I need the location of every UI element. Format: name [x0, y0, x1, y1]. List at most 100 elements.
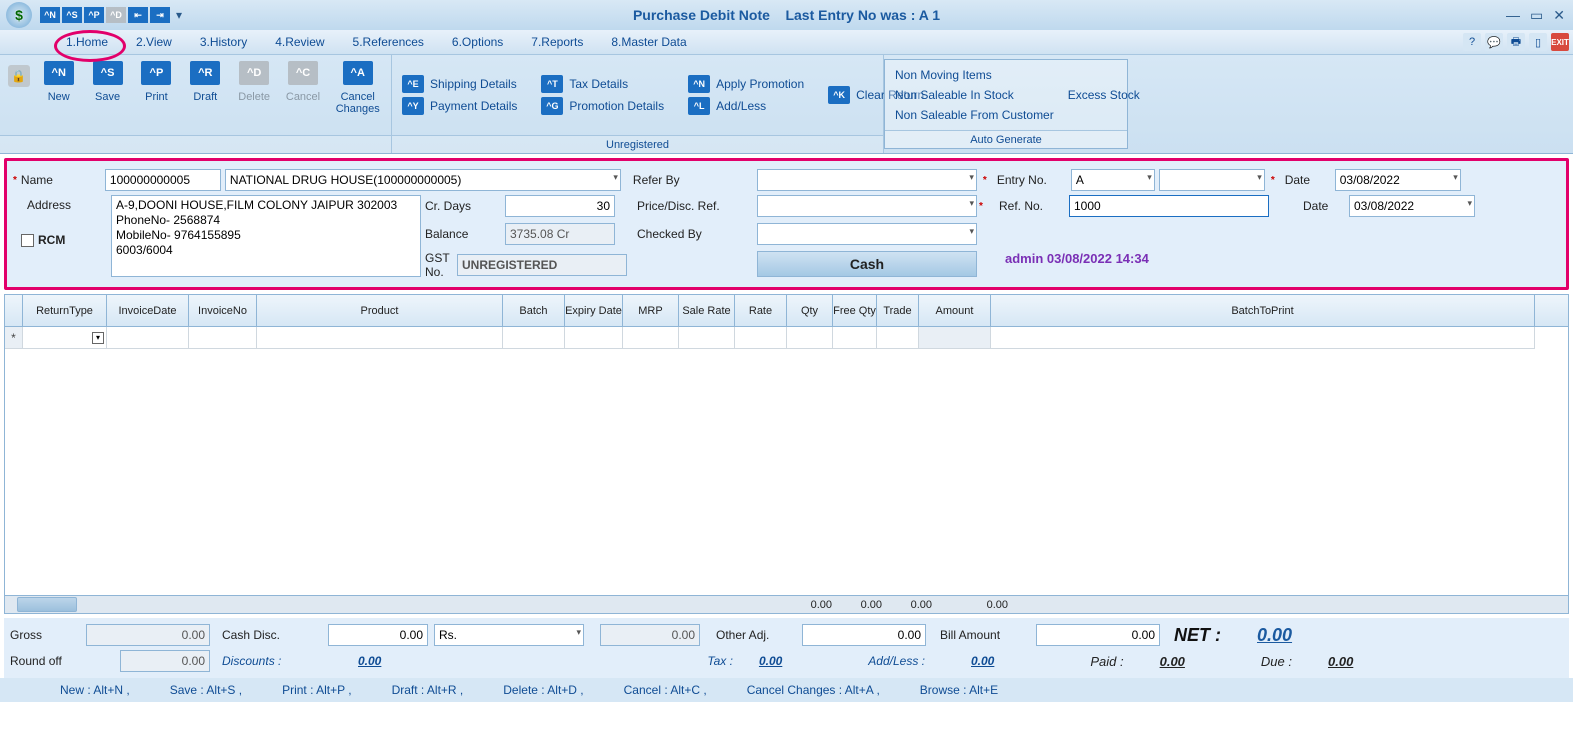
grid-cell[interactable]: ▾: [23, 327, 107, 349]
cancel-changes-button[interactable]: ^ACancel Changes: [328, 59, 387, 131]
cashdisc-unit-dropdown[interactable]: Rs.▾: [434, 624, 584, 646]
col-header[interactable]: Free Qty: [833, 295, 877, 326]
tab-review[interactable]: 4.Review: [261, 30, 338, 54]
qat-last-icon[interactable]: ⇥: [150, 7, 170, 23]
grid-cell[interactable]: [919, 327, 991, 349]
grid-cell[interactable]: [503, 327, 565, 349]
cash-button[interactable]: Cash: [757, 251, 977, 277]
shortcut-draft: Draft : Alt+R ,: [392, 683, 464, 697]
col-header[interactable]: Rate: [735, 295, 787, 326]
col-header[interactable]: [5, 295, 23, 326]
crdays-input[interactable]: [505, 195, 615, 217]
cashdisc-field[interactable]: [328, 624, 428, 646]
tab-references[interactable]: 5.References: [339, 30, 438, 54]
totals-panel: Gross Cash Disc. Rs.▾ Other Adj. Bill Am…: [4, 618, 1569, 678]
grid-cell[interactable]: [787, 327, 833, 349]
grid-cell[interactable]: [107, 327, 189, 349]
lock-button[interactable]: 🔒: [4, 59, 33, 131]
grid-cell[interactable]: [257, 327, 503, 349]
minimize-icon[interactable]: —: [1504, 7, 1522, 24]
apply-promotion-link[interactable]: ^NApply Promotion: [688, 75, 804, 93]
referby-dropdown[interactable]: ▾: [757, 169, 977, 191]
col-header[interactable]: Amount: [919, 295, 991, 326]
date2-input[interactable]: 03/08/2022▾: [1349, 195, 1475, 217]
tab-masterdata[interactable]: 8.Master Data: [597, 30, 700, 54]
col-header[interactable]: InvoiceNo: [189, 295, 257, 326]
save-button[interactable]: ^SSave: [84, 59, 131, 131]
qat-new-icon[interactable]: ^N: [40, 7, 60, 23]
col-header[interactable]: Qty: [787, 295, 833, 326]
qat-save-icon[interactable]: ^S: [62, 7, 82, 23]
new-button[interactable]: ^NNew: [35, 59, 82, 131]
col-header[interactable]: Trade: [877, 295, 919, 326]
device-icon[interactable]: ▯: [1529, 33, 1547, 51]
grid-new-row[interactable]: *▾: [5, 327, 1568, 349]
billamt-field[interactable]: [1036, 624, 1160, 646]
qat-print-icon[interactable]: ^P: [84, 7, 104, 23]
qat-first-icon[interactable]: ⇤: [128, 7, 148, 23]
qat-draft-icon[interactable]: ^D: [106, 7, 126, 23]
scrollbar-thumb[interactable]: [17, 597, 77, 612]
help-icon[interactable]: ?: [1463, 33, 1481, 51]
tax-details-link[interactable]: ^TTax Details: [541, 75, 664, 93]
checkedby-dropdown[interactable]: ▾: [757, 223, 977, 245]
payment-details-link[interactable]: ^YPayment Details: [402, 97, 517, 115]
non-saleable-stock-link[interactable]: Non Saleable In Stock: [895, 88, 1054, 102]
close-icon[interactable]: ✕: [1551, 7, 1567, 24]
tab-history[interactable]: 3.History: [186, 30, 261, 54]
non-saleable-customer-link[interactable]: Non Saleable From Customer: [895, 108, 1054, 122]
exit-icon[interactable]: EXIT: [1551, 33, 1569, 51]
draft-button[interactable]: ^RDraft: [182, 59, 229, 131]
col-header[interactable]: InvoiceDate: [107, 295, 189, 326]
shortcut-cancel: Cancel : Alt+C ,: [624, 683, 707, 697]
chevron-down-icon: ▾: [1453, 172, 1458, 183]
sum-qty: 0.00: [786, 599, 832, 611]
col-header[interactable]: Expiry Date: [565, 295, 623, 326]
grid-cell[interactable]: [189, 327, 257, 349]
col-header[interactable]: BatchToPrint: [991, 295, 1535, 326]
tab-options[interactable]: 6.Options: [438, 30, 517, 54]
tab-reports[interactable]: 7.Reports: [517, 30, 597, 54]
grid-cell[interactable]: [679, 327, 735, 349]
printer-icon[interactable]: 🖶: [1507, 33, 1525, 51]
refno-label: Ref. No.: [999, 199, 1069, 213]
grid-cell[interactable]: [877, 327, 919, 349]
grid-cell[interactable]: [735, 327, 787, 349]
rcm-checkbox[interactable]: [21, 234, 34, 247]
grid-cell[interactable]: [991, 327, 1535, 349]
qat-customize-icon[interactable]: ▾: [172, 7, 186, 23]
promotion-details-link[interactable]: ^GPromotion Details: [541, 97, 664, 115]
col-header[interactable]: Sale Rate: [679, 295, 735, 326]
entry-series-dropdown[interactable]: A▾: [1071, 169, 1155, 191]
grid-cell[interactable]: [623, 327, 679, 349]
date1-input[interactable]: 03/08/2022 ▾: [1335, 169, 1461, 191]
date1-value: 03/08/2022: [1340, 173, 1400, 187]
excess-stock-link[interactable]: Excess Stock: [1068, 88, 1140, 102]
chevron-down-icon: ▾: [1257, 172, 1262, 183]
chevron-down-icon: ▾: [969, 172, 974, 183]
non-moving-link[interactable]: Non Moving Items: [895, 68, 1054, 82]
col-header[interactable]: Product: [257, 295, 503, 326]
addless-link[interactable]: ^LAdd/Less: [688, 97, 804, 115]
col-header[interactable]: Batch: [503, 295, 565, 326]
col-header[interactable]: MRP: [623, 295, 679, 326]
col-header[interactable]: ReturnType: [23, 295, 107, 326]
otheradj-field[interactable]: [802, 624, 926, 646]
entry-no-dropdown[interactable]: ▾: [1159, 169, 1265, 191]
name-code-input[interactable]: [105, 169, 221, 191]
items-grid: ReturnTypeInvoiceDateInvoiceNoProductBat…: [4, 294, 1569, 614]
priceref-dropdown[interactable]: ▾: [757, 195, 977, 217]
grid-cell[interactable]: [565, 327, 623, 349]
shipping-details-link[interactable]: ^EShipping Details: [402, 75, 517, 93]
name-full-dropdown[interactable]: NATIONAL DRUG HOUSE(100000000005)▾: [225, 169, 621, 191]
tab-home[interactable]: 1.Home: [52, 30, 122, 54]
tab-view[interactable]: 2.View: [122, 30, 186, 54]
grid-hscroll[interactable]: 0.00 0.00 0.00 0.00: [5, 595, 1568, 613]
chat-icon[interactable]: 💬: [1485, 33, 1503, 51]
grid-cell[interactable]: [833, 327, 877, 349]
print-button[interactable]: ^PPrint: [133, 59, 180, 131]
maximize-icon[interactable]: ▭: [1528, 7, 1545, 24]
grid-cell[interactable]: *: [5, 327, 23, 349]
promotion-label: Promotion Details: [569, 99, 664, 113]
refno-input[interactable]: [1069, 195, 1269, 217]
